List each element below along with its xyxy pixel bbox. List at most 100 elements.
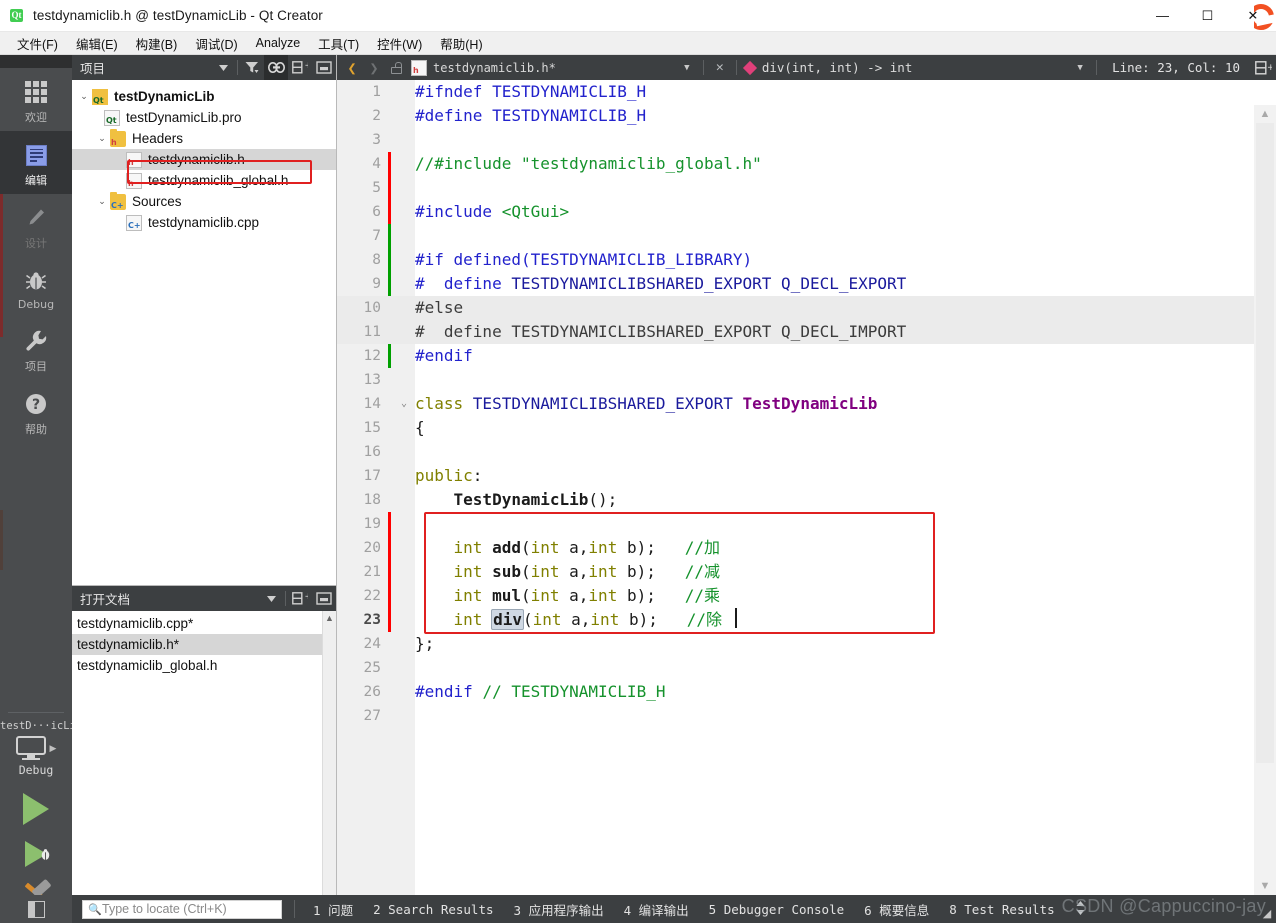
output-pane-debugger-console[interactable]: 5 Debugger Console <box>699 899 854 920</box>
tree-item-label: testdynamiclib.h <box>148 152 245 167</box>
code-line: 1 #ifndef TESTDYNAMICLIB_H <box>372 82 647 101</box>
tree-item-label: Sources <box>132 194 182 209</box>
mode-projects-label: 项目 <box>25 360 47 373</box>
toggle-sidebar-button[interactable] <box>0 895 72 923</box>
mode-design[interactable]: 设计 <box>0 194 72 257</box>
open-document-item-selected[interactable]: testdynamiclib.h* <box>72 634 336 655</box>
resize-grip-icon[interactable]: ◢ <box>1258 905 1276 923</box>
output-pane-search-results[interactable]: 2 Search Results <box>363 899 503 920</box>
editor-vertical-scrollbar[interactable]: ▲ ▼ <box>1254 105 1276 895</box>
code-line: 17 public: <box>363 466 483 485</box>
output-pane-general-messages[interactable]: 6 概要信息 <box>854 897 939 922</box>
window-title: testdynamiclib.h @ testDynamicLib - Qt C… <box>33 8 323 23</box>
menu-debug[interactable]: 调试(D) <box>186 32 246 55</box>
chevron-down-icon[interactable] <box>259 586 283 611</box>
line-col-indicator[interactable]: Line: 23, Col: 10 <box>1102 60 1250 75</box>
scroll-up-arrow-icon[interactable]: ▲ <box>1254 105 1276 120</box>
tree-item-project[interactable]: ⌄ Qt testDynamicLib <box>72 86 336 107</box>
menu-analyze[interactable]: Analyze <box>247 34 309 52</box>
link-sync-icon[interactable] <box>264 55 288 80</box>
kit-selector[interactable]: testD···icLib ▶ Debug <box>0 712 82 923</box>
editor-file-chip[interactable]: h testdynamiclib.h* <box>411 59 556 76</box>
menu-build[interactable]: 构建(B) <box>127 32 187 55</box>
menu-help[interactable]: 帮助(H) <box>431 32 491 55</box>
chevron-down-icon[interactable]: ⌄ <box>94 133 110 144</box>
code-line: 25 <box>363 660 381 676</box>
grid-icon <box>25 77 47 107</box>
header-file-icon: h <box>126 151 142 168</box>
output-pane-issues[interactable]: 1 问题 <box>303 897 363 922</box>
output-pane-test-results[interactable]: 8 Test Results <box>939 899 1064 920</box>
output-pane-compile-output[interactable]: 4 编译输出 <box>614 897 699 922</box>
filter-funnel-icon[interactable] <box>240 55 264 80</box>
split-add-icon[interactable]: + <box>288 55 312 80</box>
locator-placeholder: Type to locate (Ctrl+K) <box>102 902 227 916</box>
chevron-down-icon[interactable] <box>211 55 235 80</box>
menu-edit[interactable]: 编辑(E) <box>67 32 127 55</box>
open-document-label: testdynamiclib.h* <box>77 637 180 652</box>
code-area[interactable]: 1 #ifndef TESTDYNAMICLIB_H 2 #define TESTD… <box>337 80 1276 895</box>
tree-item-sources[interactable]: ⌄ C+ Sources <box>72 191 336 212</box>
open-documents-panel: 打开文档 + testdynamiclib.cpp* <box>72 585 337 895</box>
editor-close-icon[interactable]: ✕ <box>709 55 731 80</box>
tree-item-testdynamiclib-cpp[interactable]: C+ testdynamiclib.cpp <box>72 212 336 233</box>
back-arrow-icon[interactable]: ❮ <box>341 55 363 80</box>
tree-item-testdynamiclib-global-h[interactable]: h testdynamiclib_global.h <box>72 170 336 191</box>
mode-help[interactable]: ? 帮助 <box>0 380 72 443</box>
unlock-icon[interactable] <box>385 55 407 80</box>
forward-arrow-icon[interactable]: ❯ <box>363 55 385 80</box>
tree-item-headers[interactable]: ⌄ h Headers <box>72 128 336 149</box>
symbol-occurrence-highlight[interactable]: div <box>491 609 524 630</box>
chevron-down-icon[interactable]: ⌄ <box>94 196 110 207</box>
maximize-button[interactable]: ☐ <box>1185 0 1230 31</box>
output-pane-application-output[interactable]: 3 应用程序输出 <box>504 897 614 922</box>
scroll-down-arrow-icon[interactable]: ▼ <box>1254 880 1276 892</box>
toggle-sidebar-icon <box>27 900 45 918</box>
collapse-panel-icon[interactable] <box>312 55 336 80</box>
scrollbar-thumb[interactable] <box>1256 123 1274 763</box>
watermark-text: CSDN @Cappuccino-jay <box>1061 896 1266 916</box>
menu-file[interactable]: 文件(F) <box>8 32 67 55</box>
run-button[interactable] <box>0 793 72 825</box>
tree-item-testdynamiclib-h[interactable]: h testdynamiclib.h <box>72 149 336 170</box>
editor-symbol-name[interactable]: div(int, int) -> int <box>762 60 913 75</box>
mode-welcome[interactable]: 欢迎 <box>0 68 72 131</box>
code-editor: ❮ ❯ h testdynamiclib.h* ▼ ✕ div(int, int… <box>337 55 1276 895</box>
scroll-up-arrow-icon[interactable]: ▲ <box>323 611 336 623</box>
search-icon: 🔍 <box>88 903 102 916</box>
chevron-down-icon[interactable]: ⌄ <box>76 91 92 102</box>
collapse-panel-icon[interactable] <box>312 586 336 611</box>
tree-item-pro-file[interactable]: Qt testDynamicLib.pro <box>72 107 336 128</box>
mode-projects[interactable]: 项目 <box>0 317 72 380</box>
editor-file-dropdown-icon[interactable]: ▼ <box>676 55 698 80</box>
editor-symbol-dropdown-icon[interactable]: ▼ <box>1069 55 1091 80</box>
code-line: 2 #define TESTDYNAMICLIB_H <box>372 106 647 125</box>
open-document-item[interactable]: testdynamiclib.cpp* <box>72 613 336 634</box>
mode-selector-bar: 欢迎 编辑 设计 Debug 项目 ? 帮助 testD···icLib ▶ D… <box>0 55 82 923</box>
code-line: 9 # define TESTDYNAMICLIBSHARED_EXPORT Q_… <box>372 274 907 293</box>
fold-marker-icon[interactable]: ⌄ <box>397 392 411 416</box>
open-documents-title: 打开文档 <box>80 593 131 607</box>
editor-toolbar: ❮ ❯ h testdynamiclib.h* ▼ ✕ div(int, int… <box>337 55 1276 80</box>
mode-debug[interactable]: Debug <box>0 257 72 317</box>
code-line: 15{ <box>363 418 425 437</box>
open-documents-list: testdynamiclib.cpp* testdynamiclib.h* te… <box>72 611 336 676</box>
minimize-button[interactable]: — <box>1140 0 1185 31</box>
split-add-icon[interactable]: + <box>288 586 312 611</box>
tree-item-label: testDynamicLib <box>114 89 215 104</box>
code-line: 3 <box>372 132 381 148</box>
mode-edit[interactable]: 编辑 <box>0 131 72 194</box>
open-documents-scrollbar[interactable]: ▲ <box>322 611 336 895</box>
open-document-label: testdynamiclib_global.h <box>77 658 218 673</box>
split-editor-icon[interactable]: + <box>1250 55 1276 80</box>
locator-input[interactable]: 🔍 Type to locate (Ctrl+K) <box>82 899 282 919</box>
menu-bar: 文件(F) 编辑(E) 构建(B) 调试(D) Analyze 工具(T) 控件… <box>0 32 1276 55</box>
debug-button[interactable] <box>0 841 72 867</box>
code-line: 24}; <box>363 634 435 653</box>
open-document-item[interactable]: testdynamiclib_global.h <box>72 655 336 676</box>
menu-tools[interactable]: 工具(T) <box>309 32 368 55</box>
kit-build-config: Debug <box>18 763 54 777</box>
code-line: 12 #endif <box>363 346 473 365</box>
kit-expand-arrow-icon: ▶ <box>49 742 57 753</box>
menu-window[interactable]: 控件(W) <box>368 32 431 55</box>
